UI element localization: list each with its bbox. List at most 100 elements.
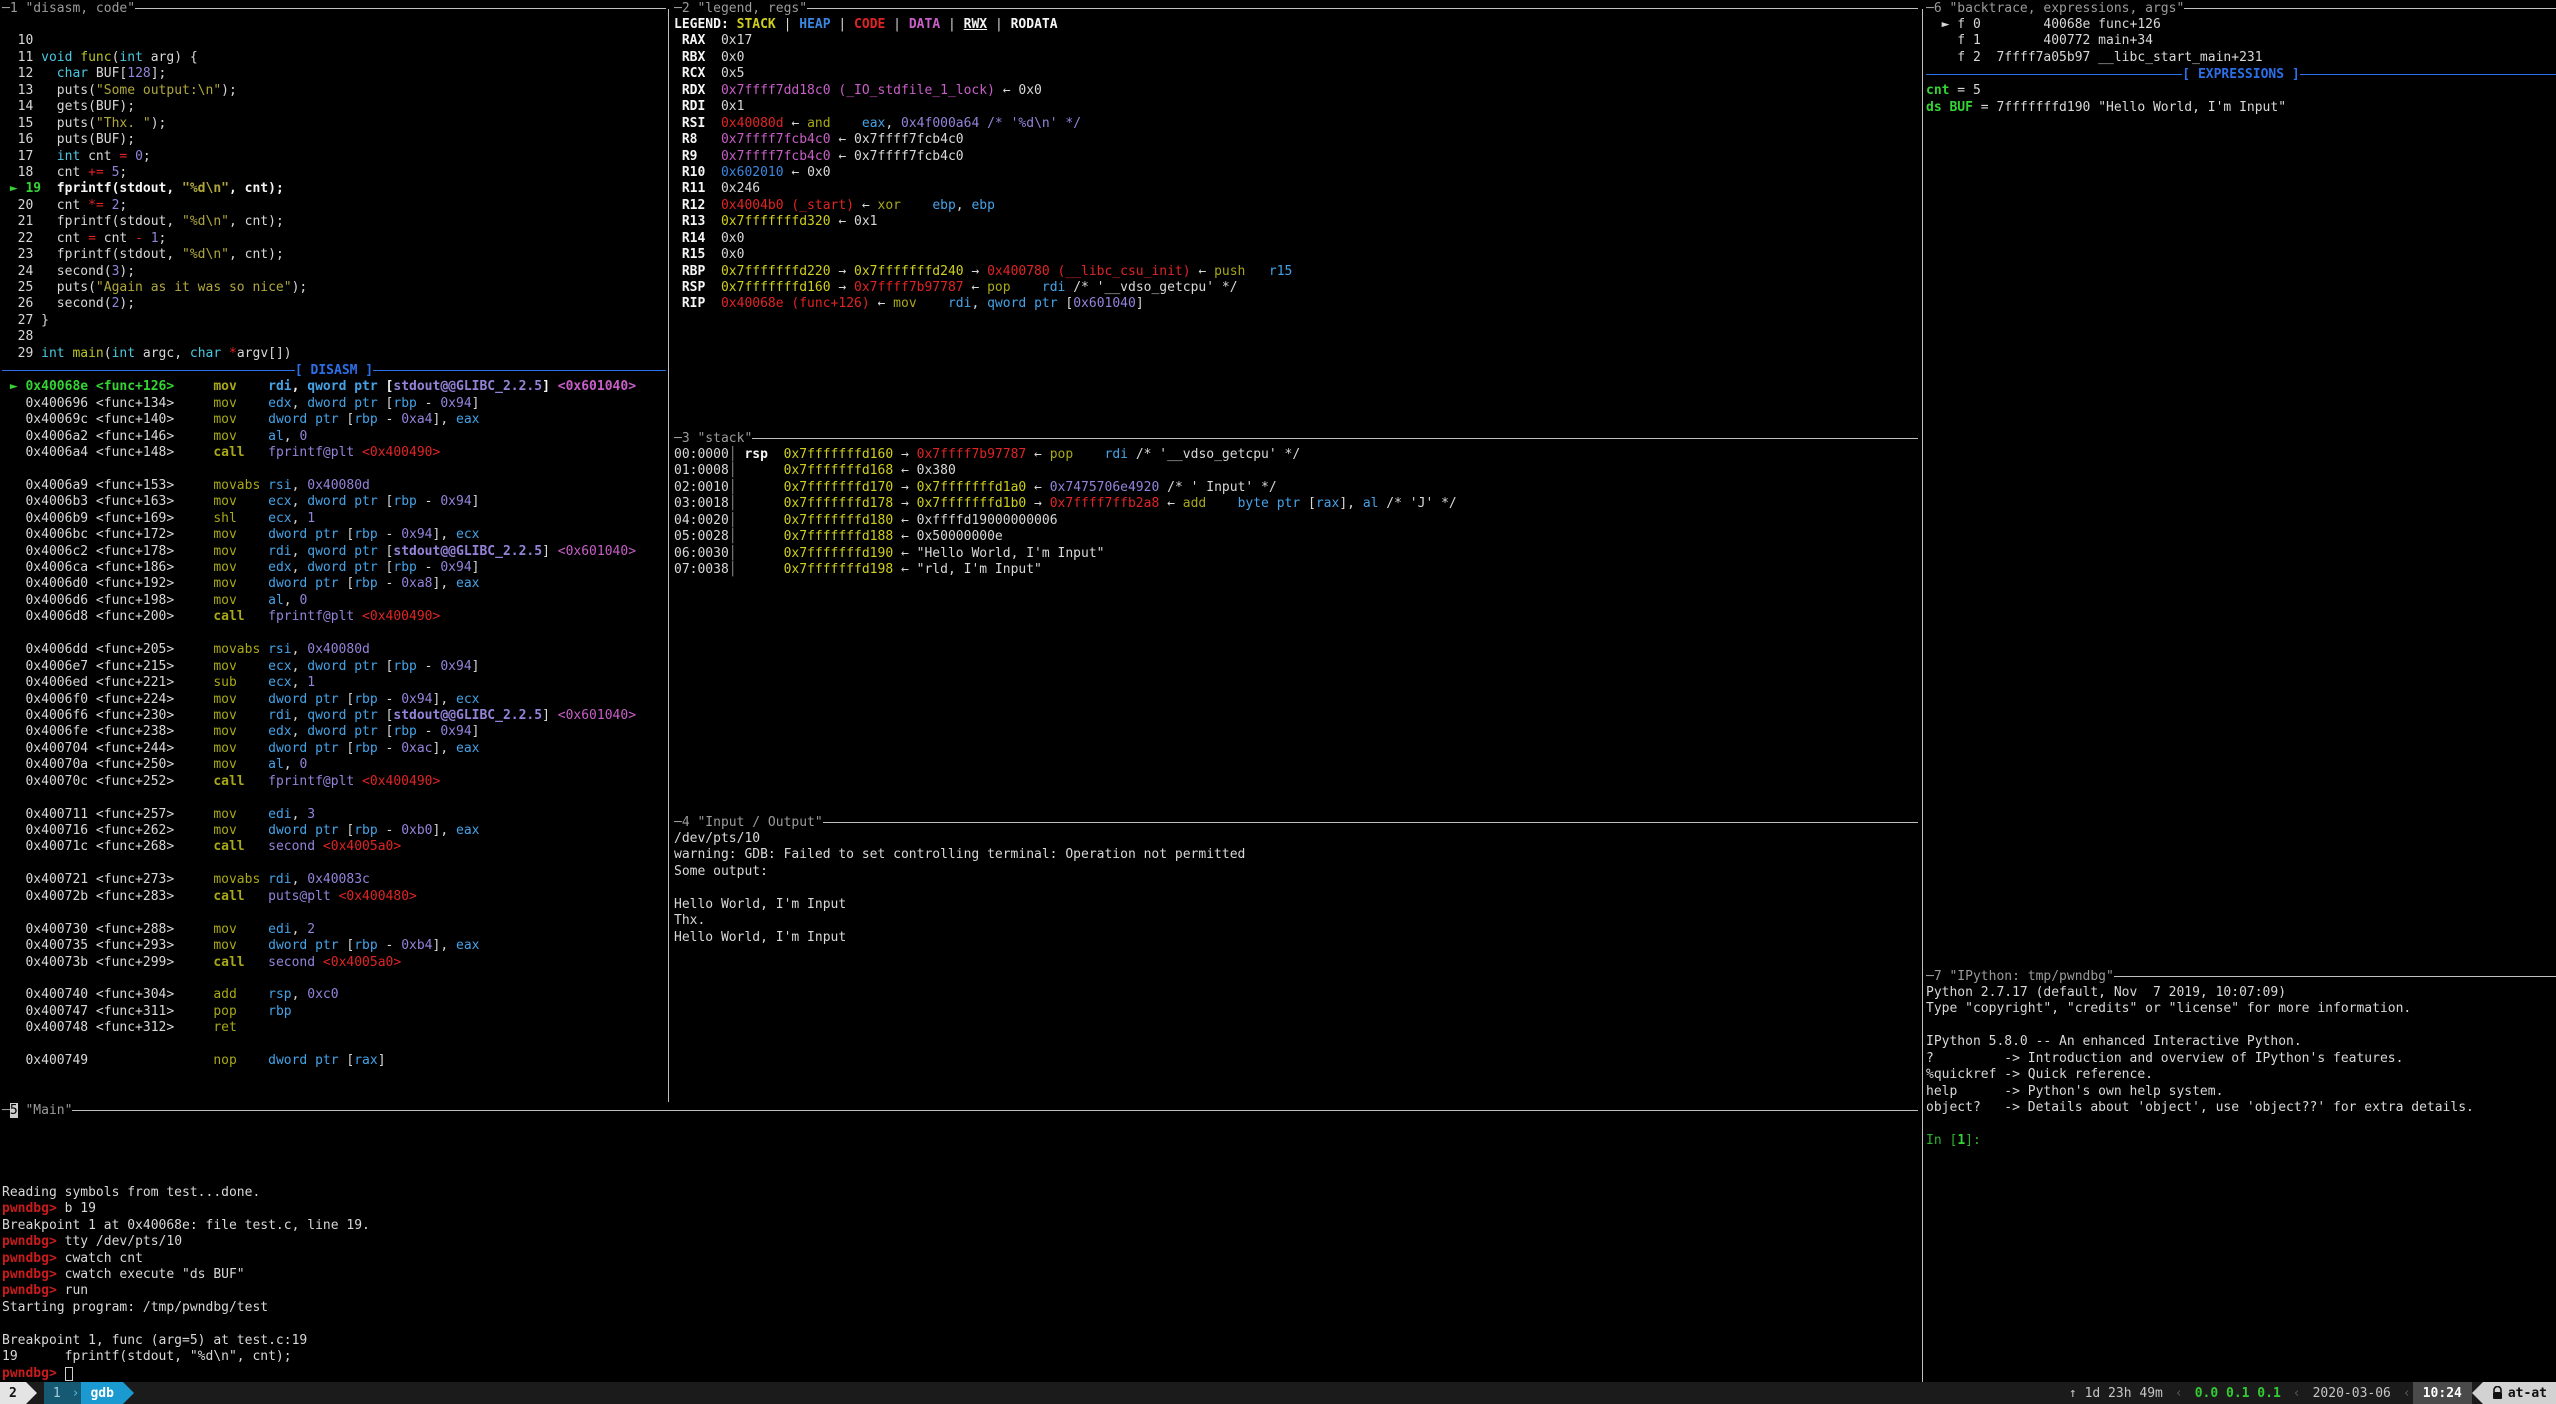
pane-title-label: ─3 "stack" xyxy=(674,431,752,446)
terminal-line xyxy=(2,905,666,921)
pane-legend-regs[interactable]: ─2 "legend, regs" LEGEND: STACK | HEAP |… xyxy=(674,0,1918,430)
terminal-line xyxy=(1926,1018,2556,1034)
stack-listing: 00:0000│ rsp 0x7fffffffd160 → 0x7ffff7b9… xyxy=(674,447,1918,579)
terminal-line: 0x400747 <func+311> pop rbp xyxy=(2,1004,666,1020)
window-tab-index[interactable]: 1 xyxy=(44,1382,70,1404)
terminal-line xyxy=(2,17,666,33)
terminal-line: 0x4006b3 <func+163> mov ecx, dword ptr [… xyxy=(2,494,666,510)
pane-title-label: ─4 "Input / Output" xyxy=(674,815,823,830)
powerline-arrow-icon xyxy=(123,1382,134,1404)
program-io-listing: /dev/pts/10warning: GDB: Failed to set c… xyxy=(674,831,1918,946)
powerline-arrow-icon xyxy=(2472,1382,2483,1404)
terminal-line: help -> Python's own help system. xyxy=(1926,1084,2556,1100)
gdb-console-listing[interactable]: Reading symbols from test...done.pwndbg>… xyxy=(2,1119,1918,1382)
clock: 10:24 xyxy=(2413,1382,2472,1404)
terminal-line: 0x40070a <func+250> mov al, 0 xyxy=(2,757,666,773)
terminal-line: Hello World, I'm Input xyxy=(674,930,1918,946)
terminal-line: R14 0x0 xyxy=(674,231,1918,247)
terminal-line: 0x4006d6 <func+198> mov al, 0 xyxy=(2,593,666,609)
terminal-line: 27 } xyxy=(2,313,666,329)
terminal-line: 06:0030│ 0x7fffffffd190 ← "Hello World, … xyxy=(674,546,1918,562)
terminal-line: RIP 0x40068e (func+126) ← mov rdi, qword… xyxy=(674,296,1918,312)
terminal-line: 0x400748 <func+312> ret xyxy=(2,1020,666,1036)
terminal-line: 0x400735 <func+293> mov dword ptr [rbp -… xyxy=(2,938,666,954)
window-tab-gdb[interactable]: gdb xyxy=(81,1382,122,1404)
lock-icon xyxy=(2492,1386,2503,1400)
terminal-line: cnt = 5 xyxy=(1926,83,2556,99)
pane-title-label: ─1 "disasm, code" xyxy=(2,1,135,16)
expressions-section-separator: [ EXPRESSIONS ] xyxy=(1926,66,2556,83)
terminal-line: R9 0x7ffff7fcb4c0 ← 0x7ffff7fcb4c0 xyxy=(674,149,1918,165)
pane-backtrace-expressions[interactable]: ─6 "backtrace, expressions, args" ► f 0 … xyxy=(1926,0,2556,968)
separator-line xyxy=(373,370,666,371)
terminal-line: 0x4006e7 <func+215> mov ecx, dword ptr [… xyxy=(2,659,666,675)
terminal-line: 13 puts("Some output:\n"); xyxy=(2,83,666,99)
terminal-line: 29 int main(int argc, char *argv[]) xyxy=(2,346,666,362)
terminal-line: /dev/pts/10 xyxy=(674,831,1918,847)
powerline-arrow-icon xyxy=(26,1382,37,1404)
date-indicator: 2020-03-06 xyxy=(2303,1386,2401,1401)
terminal-line: 0x40073b <func+299> call second <0x4005a… xyxy=(2,955,666,971)
hostname-indicator: at-at xyxy=(2483,1382,2556,1404)
terminal-line: 03:0018│ 0x7fffffffd178 → 0x7fffffffd1b0… xyxy=(674,496,1918,512)
terminal-line: f 2 7ffff7a05b97 __libc_start_main+231 xyxy=(1926,50,2556,66)
terminal-line: 0x4006dd <func+205> movabs rsi, 0x40080d xyxy=(2,642,666,658)
terminal-line: ds BUF = 7fffffffd190 "Hello World, I'm … xyxy=(1926,100,2556,116)
hostname-label: at-at xyxy=(2508,1386,2547,1401)
terminal-line xyxy=(2,856,666,872)
pane-border-line xyxy=(823,822,1918,823)
terminal-line: 0x4006f6 <func+230> mov rdi, qword ptr [… xyxy=(2,708,666,724)
terminal-line: 04:0020│ 0x7fffffffd180 ← 0xffffd1900000… xyxy=(674,513,1918,529)
session-indicator[interactable]: 2 xyxy=(0,1382,26,1404)
disasm-section-separator: [ DISASM ] xyxy=(2,362,666,379)
tmux-status-bar: 2 1 › gdb ↑ 1d 23h 49m ‹ 0.0 0.1 0.1 ‹ 2… xyxy=(0,1382,2556,1404)
terminal-line xyxy=(2,790,666,806)
pane-ipython[interactable]: ─7 "IPython: tmp/pwndbg" Python 2.7.17 (… xyxy=(1926,968,2556,1382)
terminal-line: RDX 0x7ffff7dd18c0 (_IO_stdfile_1_lock) … xyxy=(674,83,1918,99)
expressions-section-label: [ EXPRESSIONS ] xyxy=(2182,67,2299,82)
terminal-line: R15 0x0 xyxy=(674,247,1918,263)
terminal-line: 10 xyxy=(2,33,666,49)
terminal-line: 26 second(2); xyxy=(2,296,666,312)
pane-title-label: ─2 "legend, regs" xyxy=(674,1,807,16)
terminal-line: 25 puts("Again as it was so nice"); xyxy=(2,280,666,296)
status-gap xyxy=(37,1382,44,1404)
terminal-line: 0x40070c <func+252> call fprintf@plt <0x… xyxy=(2,774,666,790)
terminal-line: ► 19 fprintf(stdout, "%d\n", cnt); xyxy=(2,181,666,197)
pane-title-ipython: ─7 "IPython: tmp/pwndbg" xyxy=(1926,968,2556,985)
pane-input-output[interactable]: ─4 "Input / Output" /dev/pts/10warning: … xyxy=(674,814,1918,1102)
terminal-line: 17 int cnt = 0; xyxy=(2,149,666,165)
terminal-line: 02:0010│ 0x7fffffffd170 → 0x7fffffffd1a0… xyxy=(674,480,1918,496)
terminal-line: pwndbg> cwatch cnt xyxy=(2,1251,1918,1267)
terminal-line: 07:0038│ 0x7fffffffd198 ← "rld, I'm Inpu… xyxy=(674,562,1918,578)
terminal-line xyxy=(2,1037,666,1053)
terminal-line: ? -> Introduction and overview of IPytho… xyxy=(1926,1051,2556,1067)
disasm-section-label: [ DISASM ] xyxy=(295,363,373,378)
terminal-line: R13 0x7fffffffd320 ← 0x1 xyxy=(674,214,1918,230)
terminal-line: 0x400740 <func+304> add rsp, 0xc0 xyxy=(2,987,666,1003)
terminal-line: R8 0x7ffff7fcb4c0 ← 0x7ffff7fcb4c0 xyxy=(674,132,1918,148)
terminal-line: 11 void func(int arg) { xyxy=(2,50,666,66)
terminal-line: 0x4006bc <func+172> mov dword ptr [rbp -… xyxy=(2,527,666,543)
terminal-line: 0x4006ca <func+186> mov edx, dword ptr [… xyxy=(2,560,666,576)
ipython-listing[interactable]: Python 2.7.17 (default, Nov 7 2019, 10:0… xyxy=(1926,985,2556,1149)
pane-border-vertical-right[interactable] xyxy=(1922,9,1923,1382)
terminal-line: 24 second(3); xyxy=(2,264,666,280)
pane-stack[interactable]: ─3 "stack" 00:0000│ rsp 0x7fffffffd160 →… xyxy=(674,430,1918,814)
separator-line xyxy=(2,370,295,371)
pane-disasm-code[interactable]: ─1 "disasm, code" 10 11 void func(int ar… xyxy=(0,0,666,1102)
pane-border-vertical-left[interactable] xyxy=(668,9,669,1102)
terminal-line: %quickref -> Quick reference. xyxy=(1926,1067,2556,1083)
pane-main-gdb-console[interactable]: ─5 "Main" Reading symbols from test...do… xyxy=(0,1102,1918,1382)
terminal-line: RAX 0x17 xyxy=(674,33,1918,49)
terminal-line: RDI 0x1 xyxy=(674,99,1918,115)
terminal-line: Breakpoint 1 at 0x40068e: file test.c, l… xyxy=(2,1218,1918,1234)
expressions-listing: cnt = 5ds BUF = 7fffffffd190 "Hello Worl… xyxy=(1926,83,2556,116)
pane-title-label: ─6 "backtrace, expressions, args" xyxy=(1926,1,2184,16)
registers-listing: LEGEND: STACK | HEAP | CODE | DATA | RWX… xyxy=(674,17,1918,313)
terminal-line xyxy=(2,1152,1918,1168)
terminal-line: 28 xyxy=(2,329,666,345)
terminal-line: warning: GDB: Failed to set controlling … xyxy=(674,847,1918,863)
chevron-right-icon: › xyxy=(70,1382,82,1404)
terminal-line: 0x400749 nop dword ptr [rax] xyxy=(2,1053,666,1069)
